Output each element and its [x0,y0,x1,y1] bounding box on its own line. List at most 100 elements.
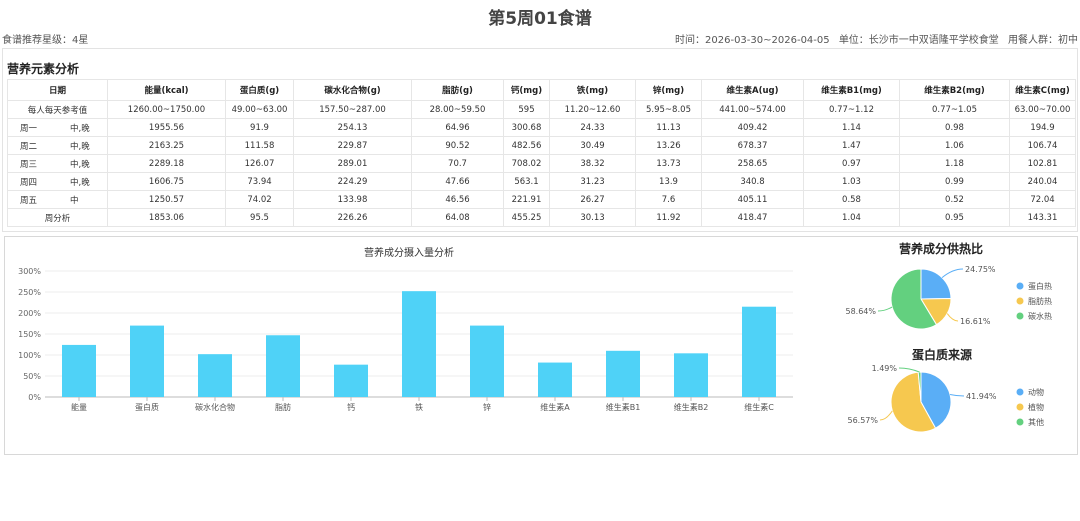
reference-cell: 5.95~8.05 [635,100,702,119]
summary-cell: 226.26 [293,208,412,227]
legend-dot [1016,312,1024,320]
nutrition-panel: 营养元素分析 日期 能量(kcal) 蛋白质(g) 碳水化合物(g) 脂肪(g)… [2,48,1078,232]
table-cell: 13.26 [635,136,702,155]
legend-dot [1016,297,1024,305]
table-cell: 258.65 [701,154,804,173]
reference-cell: 595 [503,100,550,119]
table-cell: 47.66 [411,172,504,191]
pie-label: 58.64% [845,307,876,316]
intake-bar-chart: 0% 50% 100% 150% 200% 250% 300% 能量 蛋白质 碳水化合物 脂肪 钙 铁 锌… [18,267,793,412]
pie-label: 16.61% [960,317,991,326]
label-line [949,393,965,397]
label-line [941,268,964,279]
table-cell: 70.7 [411,154,504,173]
table-cell: 1250.57 [107,190,226,209]
table-cell: 64.96 [411,118,504,137]
reference-cell: 0.77~1.05 [899,100,1010,119]
table-cell: 30.49 [549,136,636,155]
table-cell: 1955.56 [107,118,226,137]
col-header: 脂肪(g) [411,79,504,101]
summary-row: 周分析 1853.06 95.5 226.26 64.08 455.25 30.13 11.9… [7,208,1076,227]
table-row: 周三 中,晚 2289.18 126.07 289.01 70.7 708.02 38.32 1… [7,154,1076,173]
label-line [898,367,920,373]
table-cell: 13.9 [635,172,702,191]
summary-cell: 1.04 [803,208,900,227]
table-row: 周二 中,晚 2163.25 111.58 229.87 90.52 482.56 30.49… [7,136,1076,155]
reference-cell: 11.20~12.60 [549,100,636,119]
x-tick-label: 脂肪 [275,402,291,412]
table-cell: 1.14 [803,118,900,137]
table-cell: 13.73 [635,154,702,173]
legend-dot [1016,388,1024,396]
col-header: 维生素B1(mg) [803,79,900,101]
table-cell: 289.01 [293,154,412,173]
table-cell: 7.6 [635,190,702,209]
bar [538,362,572,397]
pie-label: 24.75% [965,265,996,274]
col-header: 碳水化合物(g) [293,79,412,101]
y-tick-label: 250% [18,288,41,297]
table-cell: 11.13 [635,118,702,137]
summary-cell: 418.47 [701,208,804,227]
y-tick-label: 300% [18,267,41,276]
recipe-time: 时间：2026-03-30~2026-04-05 [675,35,830,46]
table-cell: 224.29 [293,172,412,191]
bar [266,335,300,397]
y-tick-label: 100% [18,351,41,360]
bar [198,354,232,397]
label-line [877,306,893,312]
col-header: 锌(mg) [635,79,702,101]
pie2-title: 蛋白质来源 [912,348,973,362]
table-cell: 1.47 [803,136,900,155]
reference-cell: 63.00~70.00 [1009,100,1076,119]
x-tick-label: 维生素B2 [674,402,709,412]
table-cell: 340.8 [701,172,804,191]
table-cell: 229.87 [293,136,412,155]
day-name: 周一 [20,124,38,134]
legend-label: 其他 [1028,417,1044,427]
table-cell: 300.68 [503,118,550,137]
y-tick-label: 200% [18,309,41,318]
reference-cell: 28.00~59.50 [411,100,504,119]
summary-cell: 64.08 [411,208,504,227]
table-cell: 126.07 [225,154,294,173]
table-cell: 0.98 [899,118,1010,137]
table-cell: 240.04 [1009,172,1076,191]
table-cell: 38.32 [549,154,636,173]
table-cell: 91.9 [225,118,294,137]
col-header: 蛋白质(g) [225,79,294,101]
table-row: 周五 中 1250.57 74.02 133.98 46.56 221.91 26.27 7.6… [7,190,1076,209]
y-tick-label: 50% [23,372,41,381]
table-cell: 708.02 [503,154,550,173]
summary-cell: 30.13 [549,208,636,227]
col-header: 钙(mg) [503,79,550,101]
reference-cell: 441.00~574.00 [701,100,804,119]
day-cell: 周五 中 [7,190,108,209]
bar [62,344,96,397]
day-cell: 周一 中,晚 [7,118,108,137]
day-name: 周二 [20,142,38,152]
charts-panel: 营养成分摄入量分析 0% 50% 100% 150% 200% 250% 300% 能量 蛋白质… [4,236,1078,455]
meal-name: 中,晚 [70,124,90,134]
table-cell: 46.56 [411,190,504,209]
day-cell: 周二 中,晚 [7,136,108,155]
summary-cell: 0.95 [899,208,1010,227]
x-tick-label: 维生素C [744,402,774,412]
day-name: 周五 [20,196,38,206]
y-tick-label: 150% [18,330,41,339]
summary-cell: 455.25 [503,208,550,227]
reference-cell: 157.50~287.00 [293,100,412,119]
bar [402,291,436,397]
pie-label: 56.57% [847,416,878,425]
table-cell: 0.97 [803,154,900,173]
meal-name: 中,晚 [70,178,90,188]
label-line [946,313,959,322]
table-cell: 1.18 [899,154,1010,173]
table-cell: 106.74 [1009,136,1076,155]
x-tick-label: 蛋白质 [135,402,159,412]
table-cell: 90.52 [411,136,504,155]
table-cell: 133.98 [293,190,412,209]
col-header: 维生素C(mg) [1009,79,1076,101]
table-cell: 678.37 [701,136,804,155]
x-tick-label: 维生素B1 [606,402,641,412]
